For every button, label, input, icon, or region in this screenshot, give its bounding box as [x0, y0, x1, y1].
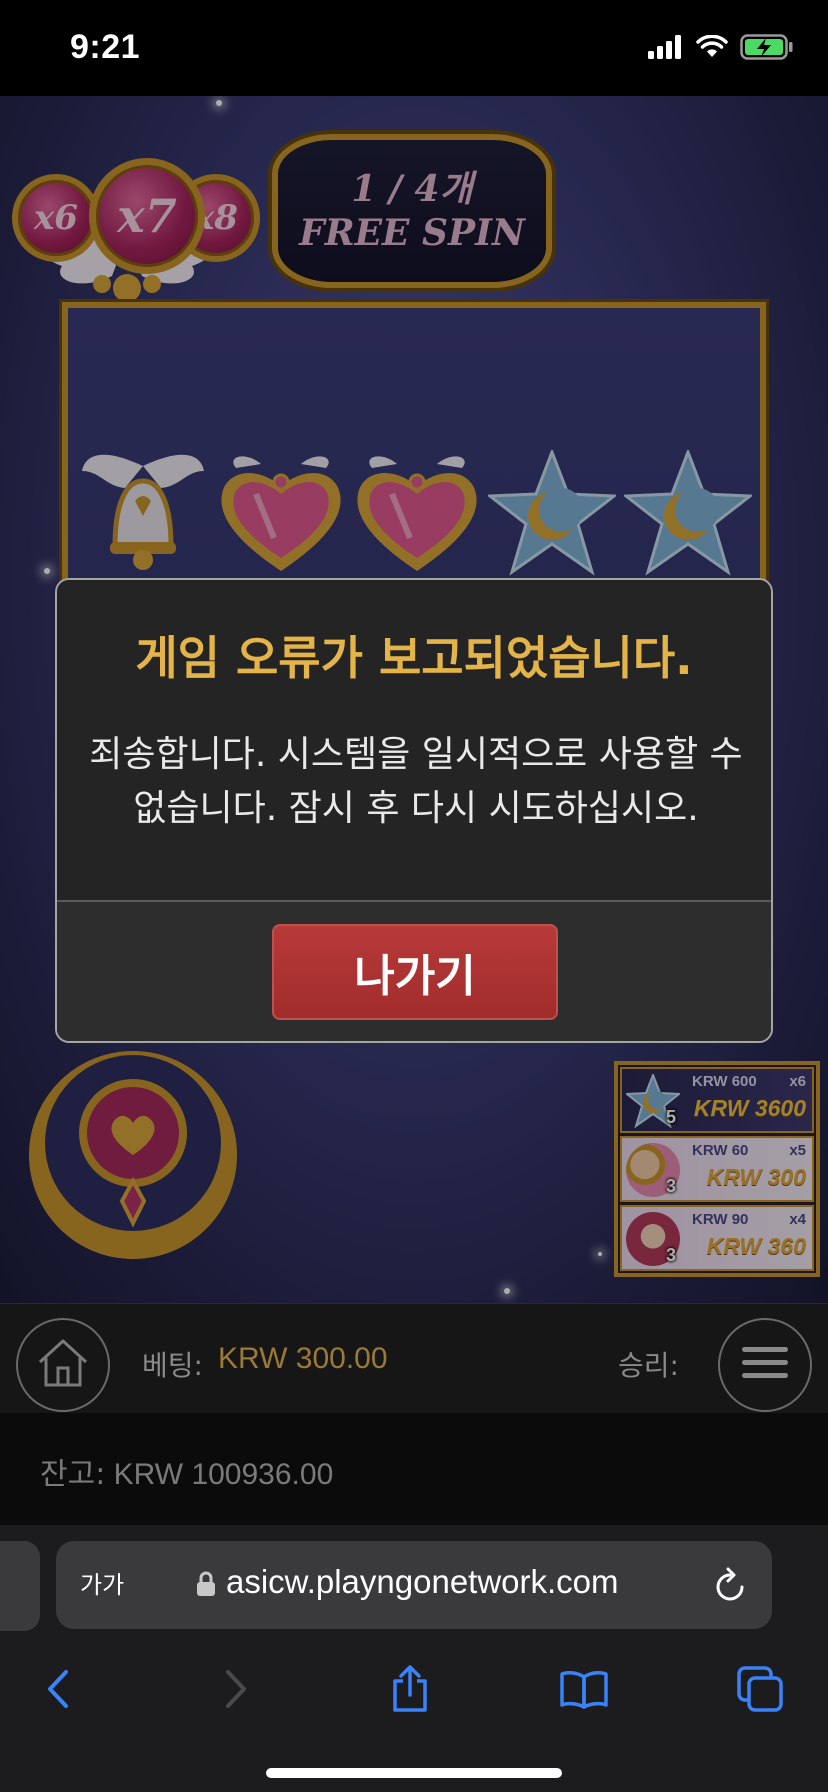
menu-button[interactable] [718, 1318, 812, 1412]
home-icon [36, 1338, 90, 1392]
forward-button[interactable] [206, 1661, 266, 1721]
dialog-message: 죄송합니다. 시스템을 일시적으로 사용할 수 없습니다. 잠시 후 다시 시도… [89, 734, 743, 829]
bet-label: 베팅: [142, 1349, 203, 1382]
url-text[interactable]: asicw.playngonetwork.com [226, 1563, 619, 1601]
balance-bar: 잔고: KRW 100936.00 [0, 1413, 828, 1525]
home-button[interactable] [16, 1318, 110, 1412]
wifi-icon [696, 34, 728, 63]
dialog-footer: 나가기 [57, 902, 771, 1041]
back-button[interactable] [28, 1661, 88, 1721]
browser-chrome: 가가 asicw.playngonetwork.com [0, 1525, 828, 1792]
tabs-icon [737, 1666, 783, 1716]
hamburger-menu-icon [742, 1347, 788, 1383]
dialog-body: 게임 오류가 보고되었습니다. 죄송합니다. 시스템을 일시적으로 사용할 수 … [57, 580, 771, 900]
chevron-right-icon [224, 1669, 248, 1713]
bet-value[interactable]: KRW 300.00 [218, 1342, 388, 1376]
status-icons [648, 34, 794, 64]
reload-icon[interactable] [712, 1565, 748, 1609]
win-label: 승리: [618, 1349, 679, 1382]
error-dialog: 게임 오류가 보고되었습니다. 죄송합니다. 시스템을 일시적으로 사용할 수 … [55, 578, 773, 1043]
browser-toolbar [0, 1653, 828, 1733]
battery-charging-icon [740, 34, 794, 64]
share-button[interactable] [380, 1661, 440, 1721]
game-control-bar: 베팅: KRW 300.00 승리: [0, 1303, 828, 1413]
exit-button[interactable]: 나가기 [272, 924, 558, 1020]
address-bar[interactable]: 가가 asicw.playngonetwork.com [56, 1541, 772, 1629]
dialog-title: 게임 오류가 보고되었습니다. [135, 631, 693, 685]
share-icon [390, 1665, 430, 1717]
home-indicator [266, 1768, 562, 1778]
previous-tab-edge[interactable] [0, 1541, 40, 1631]
cellular-signal-icon [648, 35, 684, 63]
tabs-button[interactable] [730, 1661, 790, 1721]
bookmarks-button[interactable] [554, 1661, 614, 1721]
chevron-left-icon [46, 1669, 70, 1713]
balance-display: 잔고: KRW 100936.00 [40, 1449, 333, 1493]
status-time: 9:21 [70, 28, 141, 66]
balance-label: 잔고: [40, 1457, 106, 1492]
status-bar: 9:21 [0, 0, 828, 96]
text-size-button[interactable]: 가가 [80, 1565, 124, 1600]
lock-icon [196, 1571, 216, 1601]
balance-value: KRW 100936.00 [113, 1458, 334, 1491]
book-icon [559, 1669, 609, 1713]
